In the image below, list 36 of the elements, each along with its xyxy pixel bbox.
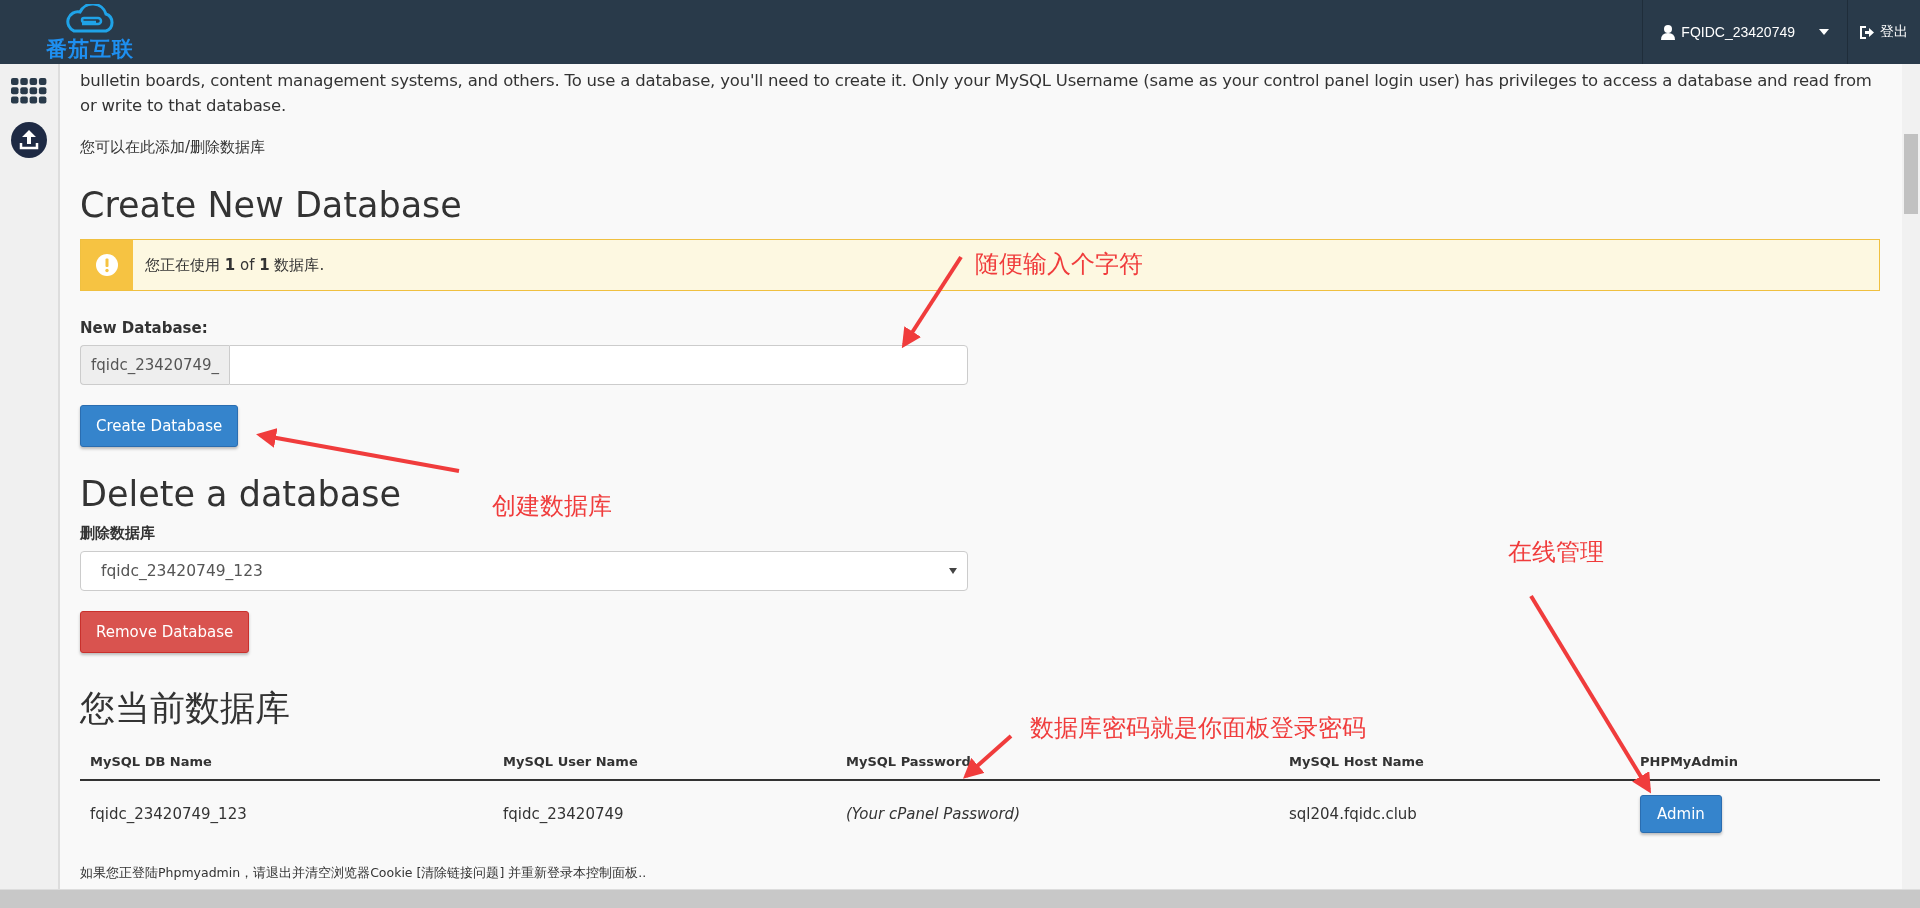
table-cell: (Your cPanel Password) xyxy=(836,780,1279,847)
database-select[interactable]: fqidc_23420749_123 xyxy=(80,551,968,591)
column-header: MySQL Host Name xyxy=(1279,740,1630,780)
logo-text: 番茄互联 xyxy=(46,37,134,61)
field-label: New Database: xyxy=(80,319,209,337)
alert-text: 您正在使用 1 of 1 数据库. xyxy=(144,255,325,275)
section-heading: 您当前数据库 xyxy=(80,687,290,730)
section-heading: Delete a database xyxy=(80,474,401,514)
table-cell: fqidc_23420749_123 xyxy=(80,780,493,847)
warning-icon xyxy=(96,254,118,276)
section-heading: Create New Database xyxy=(80,185,462,225)
upload-icon[interactable] xyxy=(11,122,47,158)
user-menu[interactable]: FQIDC_23420749 xyxy=(1642,0,1847,64)
annotation-text: 随便输入个字符 xyxy=(975,249,1143,280)
user-icon xyxy=(1661,24,1676,40)
remove-database-button[interactable]: Remove Database xyxy=(80,611,250,653)
caret-icon xyxy=(949,568,957,574)
apps-grid-icon[interactable] xyxy=(11,78,47,104)
column-header: MySQL DB Name xyxy=(80,740,493,780)
intro-paragraph: bulletin boards, content management systems, and others. To use a database, you'll need to create it. Only your MySQL Username (same as your control panel login user) has privileges to access a database and read from or write to that database. xyxy=(80,70,1873,117)
table-cell: fqidc_23420749 xyxy=(493,780,836,847)
intro-note: 您可以在此添加/删除数据库 xyxy=(80,138,267,157)
annotation-text: 在线管理 xyxy=(1508,537,1604,568)
create-database-button[interactable]: Create Database xyxy=(80,405,239,447)
column-header: MySQL Password xyxy=(836,740,1279,780)
user-name: FQIDC_23420749 xyxy=(1681,24,1795,40)
column-header: PHPMyAdmin xyxy=(1630,740,1880,780)
caret-icon xyxy=(1819,29,1829,35)
annotation-text: 创建数据库 xyxy=(492,491,612,522)
prefix-addon: fqidc_23420749_ xyxy=(80,345,230,385)
admin-button[interactable]: Admin xyxy=(1640,795,1722,833)
table-cell: sql204.fqidc.club xyxy=(1279,780,1630,847)
footer-note: 如果您正登陆Phpmyadmin，请退出并清空浏览器Cookie [清除链接问题] 并重新登录本控制面板.. xyxy=(80,865,648,882)
column-header: MySQL User Name xyxy=(493,740,836,780)
field-label: 删除数据库 xyxy=(80,524,156,543)
logout-icon xyxy=(1860,25,1874,39)
